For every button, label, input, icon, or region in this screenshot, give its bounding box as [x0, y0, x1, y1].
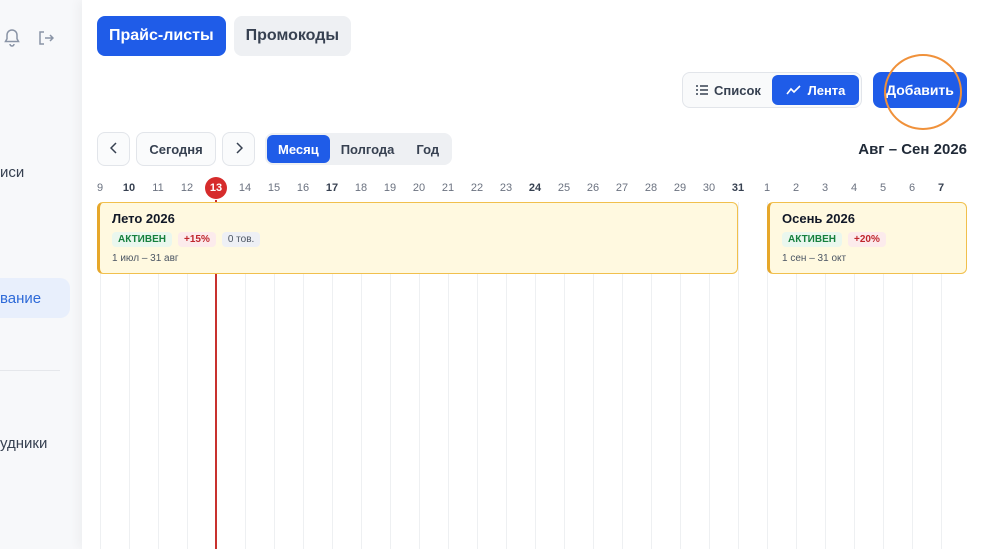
day-label: 4	[850, 182, 858, 194]
next-button[interactable]	[222, 132, 255, 166]
day-label: 16	[296, 182, 310, 194]
view-toggle: Список Лента	[682, 72, 862, 108]
range-year[interactable]: Год	[405, 135, 450, 163]
sidebar-item-2[interactable]: вание	[0, 278, 70, 318]
day-label: 3	[821, 182, 829, 194]
price-list-bar[interactable]: Осень 2026 АКТИВЕН +20% 1 сен – 31 окт	[767, 202, 967, 274]
day-label: 29	[673, 182, 687, 194]
bell-icon[interactable]	[2, 28, 22, 48]
range-selector: Месяц Полгода Год	[265, 133, 453, 165]
day-label: 6	[908, 182, 916, 194]
view-list-button[interactable]: Список	[685, 75, 772, 105]
sidebar-top-icons	[2, 28, 56, 48]
view-feed-button[interactable]: Лента	[772, 75, 859, 105]
day-label: 27	[615, 182, 629, 194]
percent-badge: +20%	[847, 232, 886, 247]
calendar-toolbar: Сегодня Месяц Полгода Год	[97, 132, 453, 166]
price-list-title: Лето 2026	[112, 211, 175, 226]
price-list-title: Осень 2026	[782, 211, 855, 226]
price-list-dates: 1 сен – 31 окт	[782, 253, 847, 264]
day-label: 28	[644, 182, 658, 194]
range-half-year[interactable]: Полгода	[330, 135, 406, 163]
status-badge: АКТИВЕН	[782, 232, 842, 247]
view-list-label: Список	[714, 82, 761, 98]
today-button[interactable]: Сегодня	[136, 132, 216, 166]
sidebar-item-label: вание	[0, 289, 42, 307]
day-label: 22	[470, 182, 484, 194]
goods-count-badge: 0 тов.	[221, 232, 261, 247]
day-label: 18	[354, 182, 368, 194]
day-label: 5	[879, 182, 887, 194]
day-gridline	[738, 202, 739, 549]
timeline: Лето 2026 АКТИВЕН +15% 0 тов. 1 июл – 31…	[82, 177, 983, 549]
day-label: 19	[383, 182, 397, 194]
list-icon	[696, 83, 709, 98]
day-label: 11	[152, 182, 164, 194]
sidebar: иси вание удники	[0, 0, 82, 549]
day-label: 15	[267, 182, 281, 194]
day-label: 23	[499, 182, 513, 194]
sidebar-item-3[interactable]: удники	[0, 435, 47, 452]
day-label: 20	[412, 182, 426, 194]
percent-badge: +15%	[177, 232, 216, 247]
sidebar-item-1[interactable]: иси	[0, 164, 24, 181]
status-badge: АКТИВЕН	[112, 232, 172, 247]
day-label: 26	[586, 182, 600, 194]
logout-icon[interactable]	[36, 28, 56, 48]
price-list-tags: АКТИВЕН +15% 0 тов.	[112, 232, 725, 247]
day-label: 24	[528, 182, 542, 194]
day-label: 31	[731, 182, 745, 194]
add-button[interactable]: Добавить	[873, 72, 967, 108]
prev-button[interactable]	[97, 132, 130, 166]
range-month[interactable]: Месяц	[267, 135, 330, 163]
day-label: 17	[325, 182, 339, 194]
day-label: 2	[792, 182, 800, 194]
day-label: 21	[441, 182, 455, 194]
sidebar-item-label: удники	[0, 435, 48, 452]
day-label: 1	[763, 182, 771, 194]
day-label: 7	[937, 182, 945, 194]
tab-price-lists[interactable]: Прайс-листы	[97, 16, 226, 56]
day-label: 12	[180, 182, 194, 194]
day-label: 30	[702, 182, 716, 194]
sidebar-item-label: иси	[0, 164, 25, 181]
today-day-label: 13	[205, 177, 227, 199]
trend-icon	[785, 83, 802, 98]
day-label: 25	[557, 182, 571, 194]
price-list-bar[interactable]: Лето 2026 АКТИВЕН +15% 0 тов. 1 июл – 31…	[97, 202, 738, 274]
period-label: Авг – Сен 2026	[858, 141, 967, 158]
main-panel: Прайс-листы Промокоды Список Лента Добав…	[82, 0, 983, 549]
tab-promocodes[interactable]: Промокоды	[233, 16, 352, 56]
day-label: 14	[238, 182, 252, 194]
sidebar-divider	[0, 370, 60, 371]
view-feed-label: Лента	[807, 82, 846, 98]
tabs: Прайс-листы Промокоды	[97, 16, 352, 56]
chevron-left-icon	[109, 141, 118, 157]
price-list-dates: 1 июл – 31 авг	[112, 253, 179, 264]
price-list-tags: АКТИВЕН +20%	[782, 232, 954, 247]
day-label: 10	[122, 182, 136, 194]
chevron-right-icon	[235, 141, 243, 157]
day-label: 9	[96, 182, 104, 194]
